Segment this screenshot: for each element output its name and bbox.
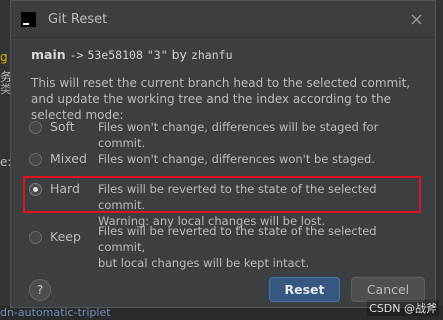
commit-author: zhanfu [190,48,233,62]
option-description-line: Files will be reverted to the state of t… [98,182,377,212]
description-line: This will reset the current branch head … [31,76,411,90]
intellij-logo-icon [21,11,36,27]
reset-option-mixed[interactable]: Mixed Files won't change, differences wo… [29,151,413,167]
help-icon: ? [36,283,44,297]
commit-info: main -> 53e58108 "3" by zhanfu [31,47,233,62]
radio-hard[interactable] [29,183,42,196]
option-description-line: Files won't change, differences will be … [98,120,379,150]
git-reset-dialog: Git Reset main -> 53e58108 "3" by zhanfu… [10,0,436,308]
commit-message: "3" [146,48,168,62]
option-label-hard: Hard [50,181,80,196]
radio-keep[interactable] [29,231,42,244]
commit-by: by [171,47,187,62]
option-description-line: Files will be reverted to the state of t… [98,224,377,254]
option-description-line: Files won't change, differences won't be… [98,152,375,166]
option-label-keep: Keep [50,229,81,244]
close-button[interactable] [407,10,425,28]
branch-name: main [31,47,66,62]
background-text-fragment: g [0,50,8,64]
commit-arrow: -> [69,48,84,62]
watermark-text: CSDN @战斧 [367,300,439,316]
option-description-hard: Files will be reverted to the state of t… [98,181,413,229]
option-description-line: but local changes will be kept intact. [98,256,310,270]
option-label-soft: Soft [50,119,75,134]
dialog-titlebar: Git Reset [11,1,435,38]
option-label-mixed: Mixed [50,151,87,166]
option-description-mixed: Files won't change, differences won't be… [98,151,375,167]
close-icon [411,14,421,24]
radio-selected-dot [33,187,38,192]
dialog-description: This will reset the current branch head … [31,75,431,123]
commit-hash: 53e58108 [87,48,143,62]
help-button[interactable]: ? [29,279,51,301]
cancel-button[interactable]: Cancel [351,277,425,302]
option-description-soft: Files won't change, differences will be … [98,119,413,151]
radio-mixed[interactable] [29,153,42,166]
radio-soft[interactable] [29,121,42,134]
dialog-title: Git Reset [48,11,108,27]
option-description-keep: Files will be reverted to the state of t… [98,223,413,271]
reset-button[interactable]: Reset [269,277,340,302]
reset-option-soft[interactable]: Soft Files won't change, differences wil… [29,119,413,151]
reset-option-hard[interactable]: Hard Files will be reverted to the state… [29,181,413,229]
reset-option-keep[interactable]: Keep Files will be reverted to the state… [29,223,413,271]
